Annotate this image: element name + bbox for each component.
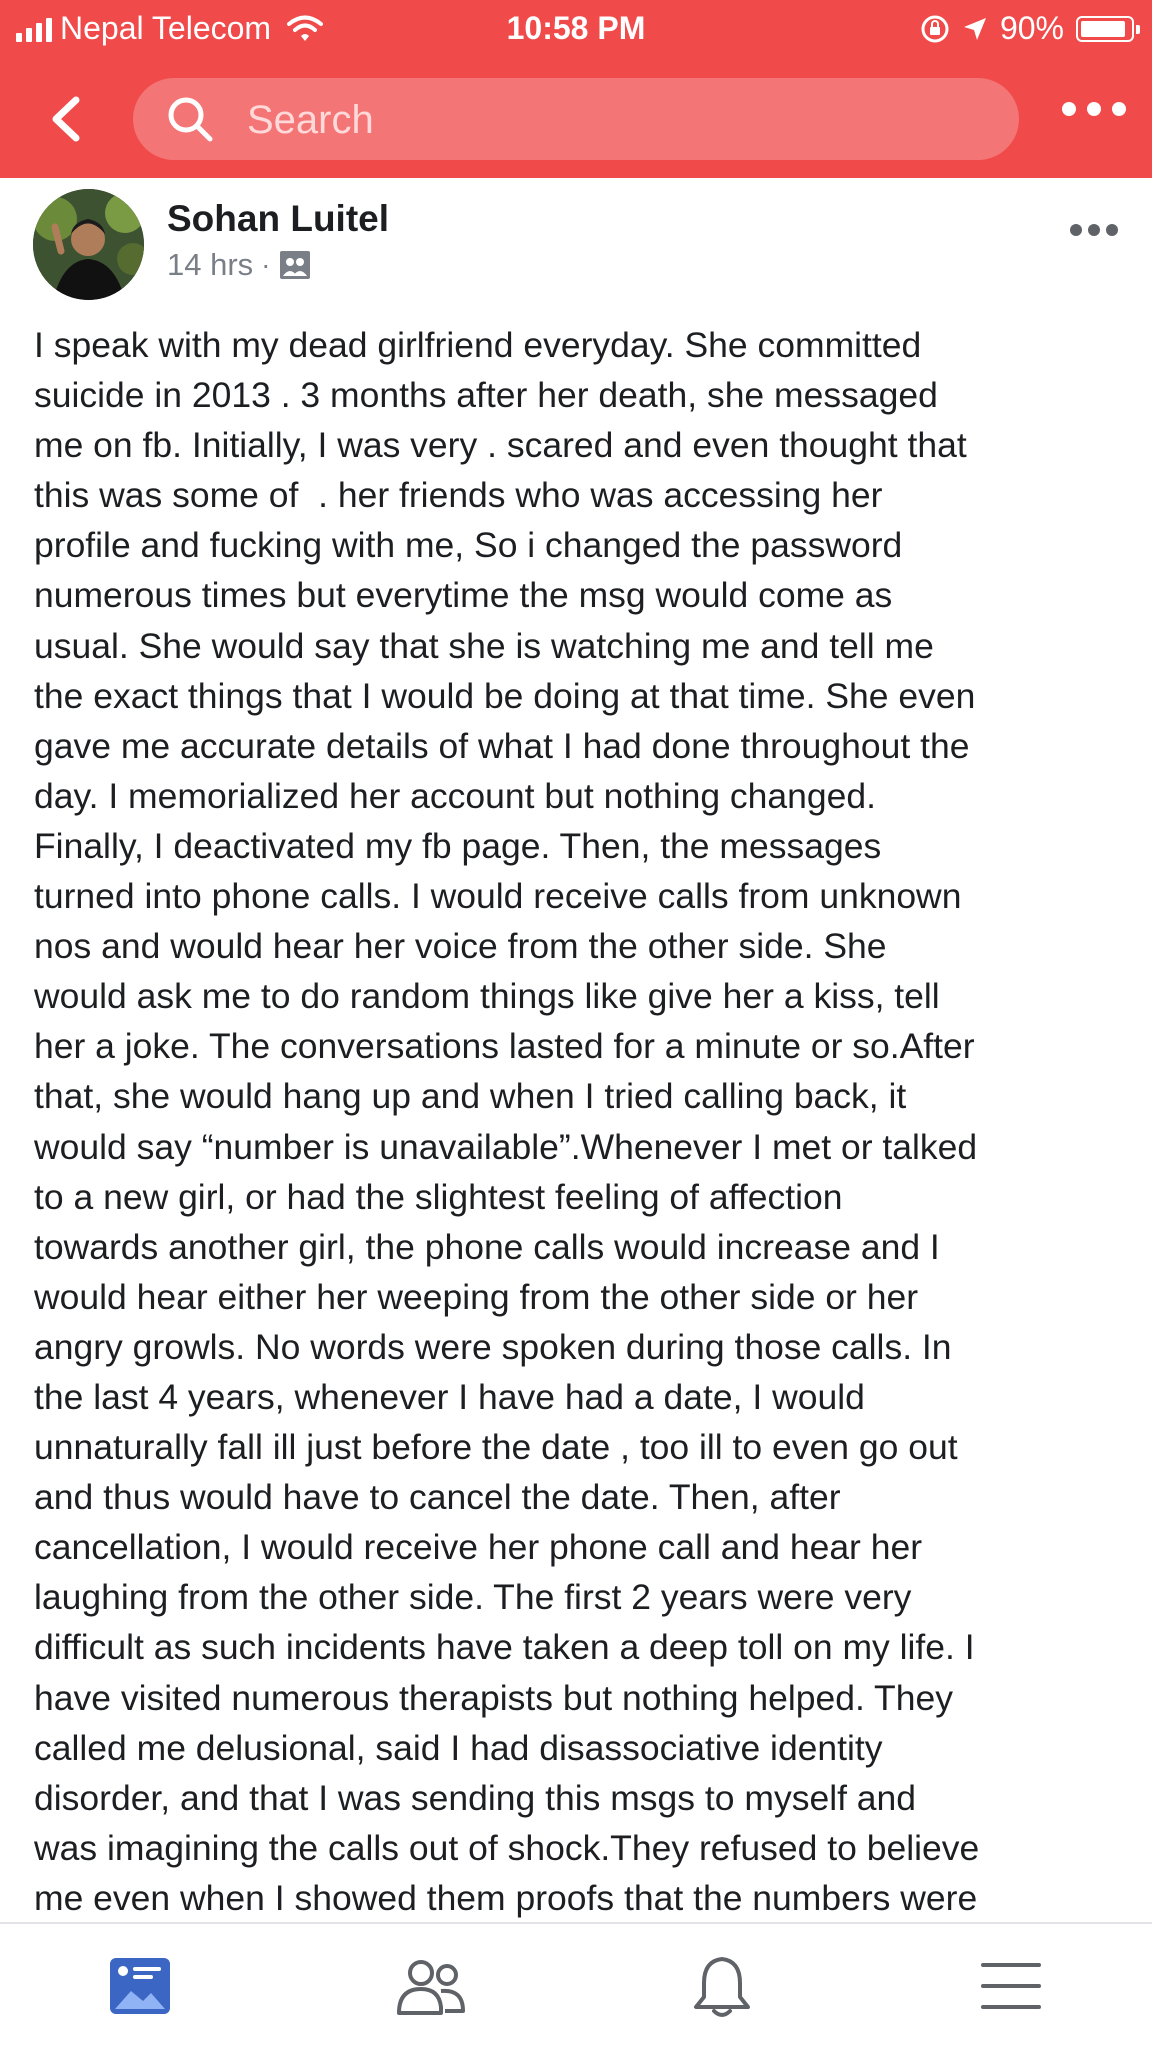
post-text-line: have visited numerous therapists but not… — [34, 1677, 953, 1718]
author-name[interactable]: Sohan Luitel — [167, 198, 389, 240]
post-header: Sohan Luitel 14 hrs · — [0, 180, 1152, 310]
post-text-line: was imagining the calls out of shock.The… — [34, 1827, 980, 1868]
avatar[interactable] — [33, 189, 144, 300]
tab-friends[interactable] — [391, 1950, 471, 2022]
status-bar: Nepal Telecom 10:58 PM 90% — [0, 0, 1152, 58]
nav-row — [0, 70, 1152, 170]
post-text-line: profile and fucking with me, So i change… — [34, 525, 903, 566]
post-text-line: Finally, I deactivated my fb page. Then,… — [34, 825, 882, 866]
app-header: Nepal Telecom 10:58 PM 90% — [0, 0, 1152, 178]
location-arrow-icon — [963, 17, 986, 40]
post-text-line: towards another girl, the phone calls wo… — [34, 1226, 940, 1267]
post-text-line: I speak with my dead girlfriend everyday… — [34, 325, 922, 365]
post-text-line: would say “number is unavailable”.Whenev… — [34, 1126, 978, 1167]
back-button[interactable] — [40, 88, 96, 150]
post-text-line: day. I memorialized her account but noth… — [34, 775, 876, 816]
battery-icon — [1076, 15, 1140, 42]
post-time[interactable]: 14 hrs — [167, 247, 253, 283]
post-text-line: that, she would hang up and when I tried… — [34, 1076, 907, 1117]
search-icon — [168, 97, 213, 142]
post-text-line: gave me accurate details of what I had d… — [34, 725, 970, 766]
post-text-line: called me delusional, said I had disasso… — [34, 1727, 883, 1768]
tab-bar — [0, 1922, 1152, 2048]
post-text-line: this was some of . her friends who was a… — [34, 475, 883, 516]
post-text-line: the exact things that I would be doing a… — [34, 675, 976, 716]
post-text-line: to a new girl, or had the slightest feel… — [34, 1176, 843, 1217]
post-text-line: me even when I showed them proofs that t… — [34, 1877, 978, 1918]
post-options-icon[interactable] — [1070, 224, 1118, 238]
more-options-icon[interactable] — [1062, 102, 1126, 122]
post-body: I speak with my dead girlfriend everyday… — [34, 320, 1120, 1923]
search-box[interactable] — [133, 78, 1019, 160]
post-text-line: her a joke. The conversations lasted for… — [34, 1026, 975, 1067]
menu-icon — [981, 1963, 1041, 2009]
post-text-line: cancellation, I would receive her phone … — [34, 1527, 923, 1568]
post-text-line: would hear either her weeping from the o… — [34, 1276, 919, 1317]
orientation-lock-icon — [921, 15, 949, 42]
post-text-line: unnaturally fall ill just before the dat… — [34, 1427, 958, 1468]
post-text-line: laughing from the other side. The first … — [34, 1577, 912, 1618]
tab-news-feed[interactable] — [100, 1950, 180, 2022]
post-text-line: nos and would hear her voice from the ot… — [34, 926, 887, 967]
group-audience-icon — [279, 251, 310, 279]
post-text-line: turned into phone calls. I would receive… — [34, 876, 962, 917]
post-text-line: and thus would have to cancel the date. … — [34, 1477, 841, 1518]
battery-percent: 90% — [999, 10, 1064, 46]
post-text-line: suicide in 2013 . 3 months after her dea… — [34, 375, 938, 416]
post-text-line: difficult as such incidents have taken a… — [34, 1627, 975, 1668]
post-text-line: usual. She would say that she is watchin… — [34, 625, 934, 666]
notifications-icon — [694, 1957, 750, 2017]
post-text-line: disorder, and that I was sending this ms… — [34, 1777, 917, 1818]
meta-separator: · — [261, 249, 271, 280]
news-feed-icon — [110, 1958, 170, 2014]
tab-notifications[interactable] — [682, 1950, 762, 2022]
friends-icon — [397, 1960, 465, 2015]
post-text-line: would ask me to do random things like gi… — [34, 976, 940, 1017]
post-text-line: angry growls. No words were spoken durin… — [34, 1326, 952, 1367]
post-text-line: the last 4 years, whenever I have had a … — [34, 1376, 865, 1417]
tab-menu[interactable] — [971, 1950, 1051, 2022]
post-meta: 14 hrs · — [167, 247, 311, 283]
status-right: 90% — [920, 10, 1140, 47]
search-input[interactable] — [245, 95, 929, 145]
post-text-line: me on fb. Initially, I was very . scared… — [34, 425, 967, 466]
post-text-line: numerous times but everytime the msg wou… — [34, 575, 893, 616]
